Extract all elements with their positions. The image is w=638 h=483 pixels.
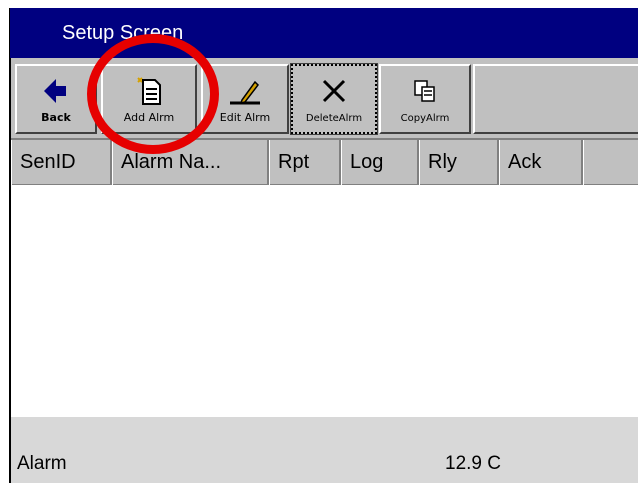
window-title: Setup Screen xyxy=(62,22,184,44)
temperature-readout: 12.9 C xyxy=(445,453,501,474)
add-alarm-button-label: Add Alrm xyxy=(123,111,175,124)
pencil-icon xyxy=(203,74,287,108)
table-header: SenID Alarm Na... Rpt Log Rly Ack xyxy=(11,140,638,185)
copy-alarm-button[interactable]: CopyAlrm xyxy=(379,64,471,134)
column-header-empty xyxy=(583,140,638,185)
copy-alarm-button-label: CopyAlrm xyxy=(400,113,450,124)
copy-icon xyxy=(381,74,469,108)
toolbar: Back Add Alrm Edit Alrm DeleteAlrm CopyA… xyxy=(11,58,638,140)
setup-screen: Setup Screen Back Add Alrm Edit Alrm Del… xyxy=(0,0,638,483)
add-alarm-button[interactable]: Add Alrm xyxy=(101,64,197,134)
back-button[interactable]: Back xyxy=(15,64,97,134)
column-header-rly[interactable]: Rly xyxy=(419,140,499,185)
alarm-list[interactable] xyxy=(11,185,638,417)
column-header-rpt[interactable]: Rpt xyxy=(269,140,341,185)
back-arrow-icon xyxy=(17,74,95,108)
edit-alarm-button-label: Edit Alrm xyxy=(219,111,271,124)
delete-alarm-button[interactable]: DeleteAlrm xyxy=(290,63,378,135)
status-label: Alarm xyxy=(17,453,67,474)
column-header-ack[interactable]: Ack xyxy=(499,140,583,185)
status-bar: Alarm 12.9 C xyxy=(11,417,638,483)
delete-alarm-button-label: DeleteAlrm xyxy=(305,113,363,124)
edit-alarm-button[interactable]: Edit Alrm xyxy=(201,64,289,134)
back-button-label: Back xyxy=(41,111,71,124)
new-document-icon xyxy=(103,74,195,108)
title-bar: Setup Screen xyxy=(10,8,638,58)
toolbar-empty-slot xyxy=(473,64,638,134)
column-header-log[interactable]: Log xyxy=(341,140,419,185)
column-header-alarm-name[interactable]: Alarm Na... xyxy=(112,140,269,185)
column-header-senid[interactable]: SenID xyxy=(11,140,112,185)
delete-x-icon xyxy=(293,74,375,108)
